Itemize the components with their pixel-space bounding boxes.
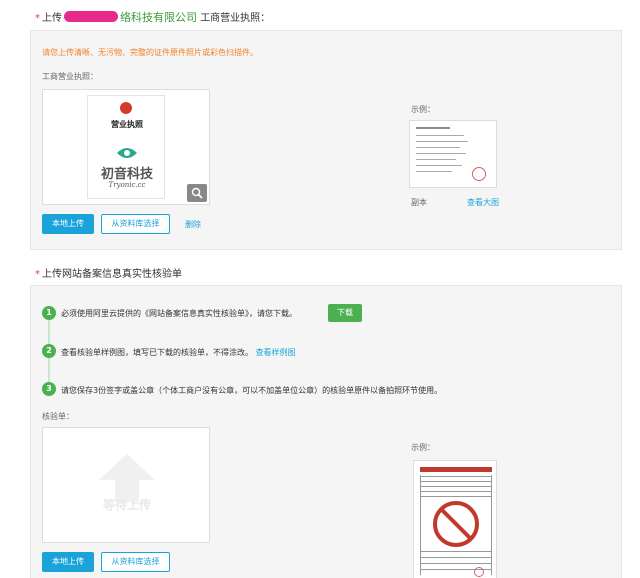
upload-placeholder-text: 等待上传 bbox=[102, 498, 151, 512]
example-label: 示例： bbox=[411, 105, 435, 114]
magnifier-icon bbox=[191, 187, 203, 199]
license-upload-box[interactable]: 营业执照 初音科技 Tryonic.cc bbox=[42, 89, 210, 205]
download-button[interactable]: 下载 bbox=[328, 304, 362, 322]
emblem-icon bbox=[120, 102, 132, 114]
local-upload-button[interactable]: 本地上传 bbox=[42, 214, 94, 234]
local-upload-button[interactable]: 本地上传 bbox=[42, 552, 94, 572]
choose-from-library-button[interactable]: 从资料库选择 bbox=[101, 214, 170, 234]
logo-icon bbox=[117, 148, 137, 158]
zoom-button[interactable] bbox=[187, 184, 207, 202]
step3-number: 3 bbox=[42, 382, 56, 396]
license-header: 营业执照 bbox=[111, 120, 143, 129]
required-mark: * bbox=[35, 269, 40, 280]
section1-title: * 上传 络科技有限公司 工商营业执照： bbox=[35, 11, 271, 24]
stamp-icon bbox=[472, 167, 486, 181]
section2-title: * 上传网站备案信息真实性核验单 bbox=[35, 269, 182, 280]
license-company: 初音科技 bbox=[100, 167, 153, 182]
license-field-label: 工商营业执照： bbox=[42, 72, 98, 81]
step2-number: 2 bbox=[42, 344, 56, 358]
verification-field-label: 核验单： bbox=[42, 412, 74, 421]
example-label: 示例： bbox=[411, 443, 435, 452]
delete-link[interactable]: 删除 bbox=[185, 219, 201, 230]
required-mark: * bbox=[35, 13, 40, 24]
view-sample-link[interactable]: 查看样例图 bbox=[256, 348, 296, 357]
view-large-image-link[interactable]: 查看大图 bbox=[467, 197, 499, 208]
choose-from-library-button[interactable]: 从资料库选择 bbox=[101, 552, 170, 572]
notice-text: 请您上传清晰、无污物、完整的证件原件照片或彩色扫描件。 bbox=[42, 48, 258, 57]
redacted-name bbox=[64, 11, 118, 22]
example-verification-thumbnail[interactable] bbox=[413, 460, 497, 578]
license-domain: Tryonic.cc bbox=[108, 181, 146, 189]
step3-text: 请您保存3份签字或盖公章（个体工商户没有公章，可以不加盖单位公章）的核验单原件以… bbox=[61, 386, 443, 395]
step2-text: 查看核验单样例图，填写已下载的核验单，不得涂改。 bbox=[61, 348, 253, 357]
step1-text: 必须使用阿里云提供的《网站备案信息真实性核验单》，请您下载。 bbox=[61, 309, 297, 318]
step2-row: 查看核验单样例图，填写已下载的核验单，不得涂改。 查看样例图 bbox=[61, 347, 296, 358]
license-image: 营业执照 初音科技 Tryonic.cc bbox=[87, 95, 165, 199]
company-name: 络科技有限公司 bbox=[120, 11, 197, 24]
example-caption: 副本 bbox=[411, 198, 427, 207]
verification-upload-box[interactable]: 等待上传 bbox=[42, 427, 210, 543]
step1-number: 1 bbox=[42, 306, 56, 320]
stamp-icon bbox=[474, 567, 484, 577]
prohibited-icon bbox=[433, 501, 479, 547]
example-license-thumbnail[interactable] bbox=[409, 120, 497, 188]
